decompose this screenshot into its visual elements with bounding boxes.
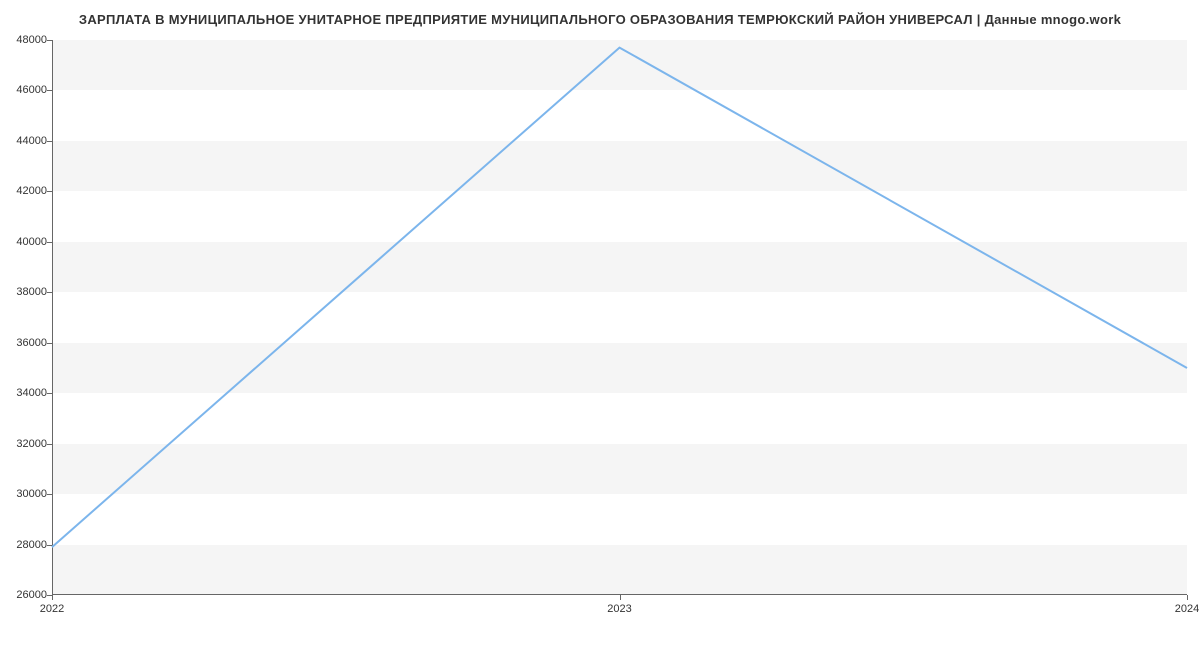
y-tick-mark [47,90,52,91]
x-tick-mark [1187,595,1188,600]
y-tick-label: 26000 [16,589,47,601]
y-tick-mark [47,292,52,293]
y-tick-label: 42000 [16,185,47,197]
y-tick-mark [47,242,52,243]
y-tick-mark [47,545,52,546]
y-tick-label: 28000 [16,539,47,551]
chart-title: ЗАРПЛАТА В МУНИЦИПАЛЬНОЕ УНИТАРНОЕ ПРЕДП… [0,12,1200,27]
y-tick-mark [47,494,52,495]
plot-area: 202220232024 [52,40,1187,595]
y-tick-label: 34000 [16,387,47,399]
y-tick-label: 30000 [16,488,47,500]
line-svg [52,40,1187,595]
y-tick-label: 44000 [16,135,47,147]
y-tick-mark [47,393,52,394]
y-tick-mark [47,444,52,445]
y-tick-label: 36000 [16,337,47,349]
x-tick-mark [620,595,621,600]
y-tick-label: 46000 [16,84,47,96]
y-tick-label: 48000 [16,34,47,46]
x-tick-label: 2023 [607,603,631,615]
y-tick-mark [47,191,52,192]
data-line [52,48,1187,548]
y-tick-mark [47,40,52,41]
y-tick-mark [47,343,52,344]
x-tick-label: 2024 [1175,603,1199,615]
y-tick-label: 32000 [16,438,47,450]
y-tick-label: 40000 [16,236,47,248]
y-tick-mark [47,141,52,142]
y-tick-label: 38000 [16,286,47,298]
x-tick-mark [52,595,53,600]
chart-container: ЗАРПЛАТА В МУНИЦИПАЛЬНОЕ УНИТАРНОЕ ПРЕДП… [0,0,1200,650]
x-tick-label: 2022 [40,603,64,615]
